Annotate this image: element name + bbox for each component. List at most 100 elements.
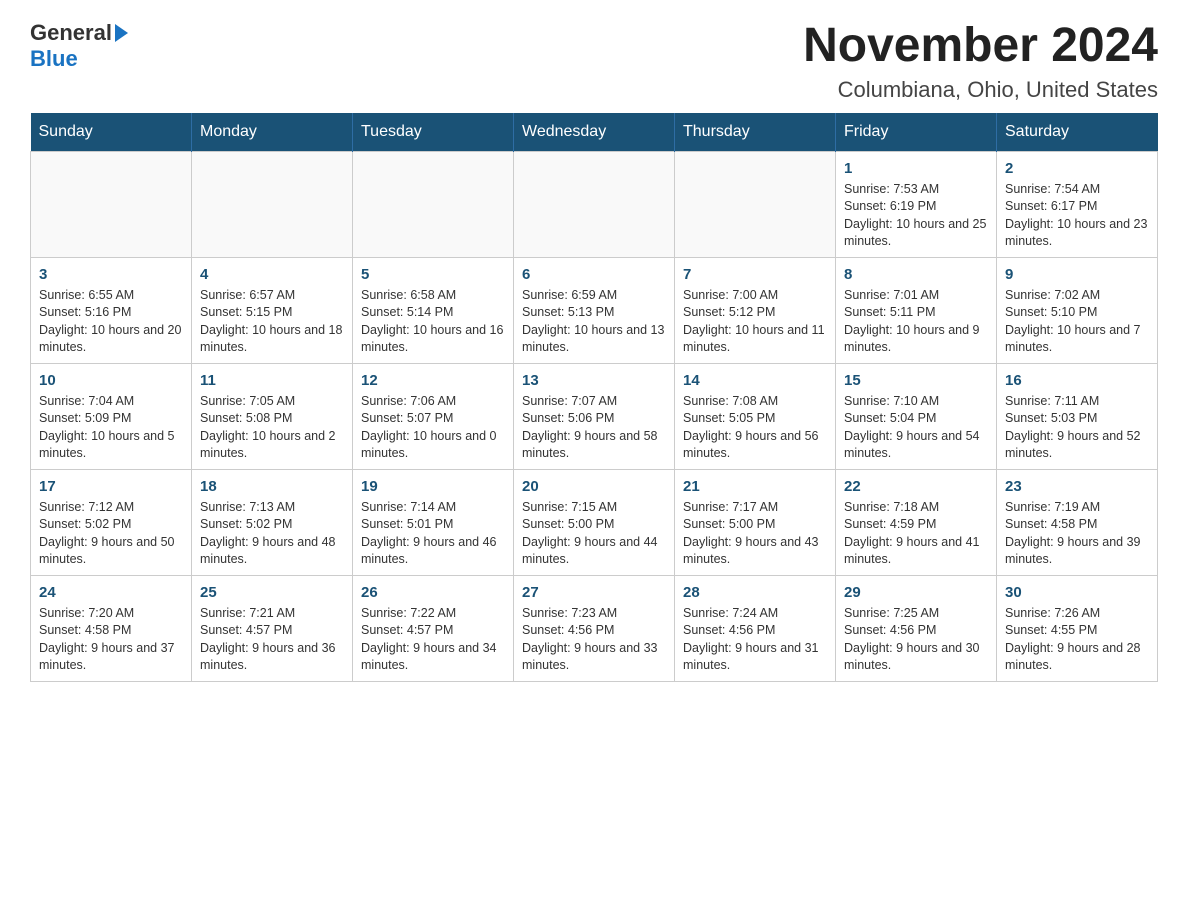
- day-number: 20: [522, 476, 666, 497]
- day-number: 3: [39, 264, 183, 285]
- calendar-cell: 21Sunrise: 7:17 AMSunset: 5:00 PMDayligh…: [675, 469, 836, 575]
- day-number: 22: [844, 476, 988, 497]
- calendar-cell: 18Sunrise: 7:13 AMSunset: 5:02 PMDayligh…: [192, 469, 353, 575]
- header-monday: Monday: [192, 113, 353, 152]
- week-row-3: 10Sunrise: 7:04 AMSunset: 5:09 PMDayligh…: [31, 363, 1158, 469]
- calendar-cell: 7Sunrise: 7:00 AMSunset: 5:12 PMDaylight…: [675, 257, 836, 363]
- calendar-cell: 22Sunrise: 7:18 AMSunset: 4:59 PMDayligh…: [836, 469, 997, 575]
- cell-info: Sunrise: 7:18 AMSunset: 4:59 PMDaylight:…: [844, 499, 988, 569]
- day-number: 7: [683, 264, 827, 285]
- cell-info: Sunrise: 7:13 AMSunset: 5:02 PMDaylight:…: [200, 499, 344, 569]
- cell-info: Sunrise: 7:21 AMSunset: 4:57 PMDaylight:…: [200, 605, 344, 675]
- day-number: 2: [1005, 158, 1149, 179]
- day-number: 17: [39, 476, 183, 497]
- cell-info: Sunrise: 7:25 AMSunset: 4:56 PMDaylight:…: [844, 605, 988, 675]
- calendar-cell: [675, 151, 836, 257]
- calendar-cell: 30Sunrise: 7:26 AMSunset: 4:55 PMDayligh…: [997, 575, 1158, 681]
- day-number: 13: [522, 370, 666, 391]
- cell-info: Sunrise: 7:54 AMSunset: 6:17 PMDaylight:…: [1005, 181, 1149, 251]
- calendar-cell: 1Sunrise: 7:53 AMSunset: 6:19 PMDaylight…: [836, 151, 997, 257]
- calendar-cell: 3Sunrise: 6:55 AMSunset: 5:16 PMDaylight…: [31, 257, 192, 363]
- day-number: 6: [522, 264, 666, 285]
- calendar-cell: 14Sunrise: 7:08 AMSunset: 5:05 PMDayligh…: [675, 363, 836, 469]
- day-number: 5: [361, 264, 505, 285]
- day-number: 18: [200, 476, 344, 497]
- cell-info: Sunrise: 7:24 AMSunset: 4:56 PMDaylight:…: [683, 605, 827, 675]
- calendar-cell: [353, 151, 514, 257]
- day-number: 1: [844, 158, 988, 179]
- day-number: 26: [361, 582, 505, 603]
- calendar-cell: 6Sunrise: 6:59 AMSunset: 5:13 PMDaylight…: [514, 257, 675, 363]
- calendar-table: SundayMondayTuesdayWednesdayThursdayFrid…: [30, 113, 1158, 682]
- cell-info: Sunrise: 6:59 AMSunset: 5:13 PMDaylight:…: [522, 287, 666, 357]
- cell-info: Sunrise: 6:57 AMSunset: 5:15 PMDaylight:…: [200, 287, 344, 357]
- calendar-header-row: SundayMondayTuesdayWednesdayThursdayFrid…: [31, 113, 1158, 152]
- day-number: 29: [844, 582, 988, 603]
- cell-info: Sunrise: 7:23 AMSunset: 4:56 PMDaylight:…: [522, 605, 666, 675]
- day-number: 28: [683, 582, 827, 603]
- calendar-cell: 9Sunrise: 7:02 AMSunset: 5:10 PMDaylight…: [997, 257, 1158, 363]
- day-number: 12: [361, 370, 505, 391]
- cell-info: Sunrise: 7:00 AMSunset: 5:12 PMDaylight:…: [683, 287, 827, 357]
- calendar-cell: [31, 151, 192, 257]
- week-row-2: 3Sunrise: 6:55 AMSunset: 5:16 PMDaylight…: [31, 257, 1158, 363]
- cell-info: Sunrise: 6:58 AMSunset: 5:14 PMDaylight:…: [361, 287, 505, 357]
- cell-info: Sunrise: 7:04 AMSunset: 5:09 PMDaylight:…: [39, 393, 183, 463]
- page-header: General Blue November 2024 Columbiana, O…: [30, 20, 1158, 103]
- day-number: 10: [39, 370, 183, 391]
- calendar-cell: 26Sunrise: 7:22 AMSunset: 4:57 PMDayligh…: [353, 575, 514, 681]
- cell-info: Sunrise: 7:53 AMSunset: 6:19 PMDaylight:…: [844, 181, 988, 251]
- cell-info: Sunrise: 7:17 AMSunset: 5:00 PMDaylight:…: [683, 499, 827, 569]
- cell-info: Sunrise: 7:15 AMSunset: 5:00 PMDaylight:…: [522, 499, 666, 569]
- calendar-cell: 4Sunrise: 6:57 AMSunset: 5:15 PMDaylight…: [192, 257, 353, 363]
- calendar-cell: [514, 151, 675, 257]
- day-number: 24: [39, 582, 183, 603]
- cell-info: Sunrise: 7:19 AMSunset: 4:58 PMDaylight:…: [1005, 499, 1149, 569]
- logo: General Blue: [30, 20, 128, 72]
- week-row-1: 1Sunrise: 7:53 AMSunset: 6:19 PMDaylight…: [31, 151, 1158, 257]
- calendar-title: November 2024: [803, 20, 1158, 73]
- calendar-cell: 16Sunrise: 7:11 AMSunset: 5:03 PMDayligh…: [997, 363, 1158, 469]
- day-number: 9: [1005, 264, 1149, 285]
- cell-info: Sunrise: 7:05 AMSunset: 5:08 PMDaylight:…: [200, 393, 344, 463]
- cell-info: Sunrise: 7:26 AMSunset: 4:55 PMDaylight:…: [1005, 605, 1149, 675]
- calendar-cell: 25Sunrise: 7:21 AMSunset: 4:57 PMDayligh…: [192, 575, 353, 681]
- calendar-cell: 12Sunrise: 7:06 AMSunset: 5:07 PMDayligh…: [353, 363, 514, 469]
- calendar-cell: 23Sunrise: 7:19 AMSunset: 4:58 PMDayligh…: [997, 469, 1158, 575]
- cell-info: Sunrise: 6:55 AMSunset: 5:16 PMDaylight:…: [39, 287, 183, 357]
- day-number: 4: [200, 264, 344, 285]
- cell-info: Sunrise: 7:02 AMSunset: 5:10 PMDaylight:…: [1005, 287, 1149, 357]
- cell-info: Sunrise: 7:12 AMSunset: 5:02 PMDaylight:…: [39, 499, 183, 569]
- cell-info: Sunrise: 7:22 AMSunset: 4:57 PMDaylight:…: [361, 605, 505, 675]
- calendar-cell: 19Sunrise: 7:14 AMSunset: 5:01 PMDayligh…: [353, 469, 514, 575]
- day-number: 16: [1005, 370, 1149, 391]
- calendar-cell: 28Sunrise: 7:24 AMSunset: 4:56 PMDayligh…: [675, 575, 836, 681]
- header-tuesday: Tuesday: [353, 113, 514, 152]
- header-wednesday: Wednesday: [514, 113, 675, 152]
- day-number: 11: [200, 370, 344, 391]
- calendar-cell: 17Sunrise: 7:12 AMSunset: 5:02 PMDayligh…: [31, 469, 192, 575]
- cell-info: Sunrise: 7:06 AMSunset: 5:07 PMDaylight:…: [361, 393, 505, 463]
- day-number: 21: [683, 476, 827, 497]
- calendar-cell: 27Sunrise: 7:23 AMSunset: 4:56 PMDayligh…: [514, 575, 675, 681]
- logo-general-text: General: [30, 20, 112, 46]
- day-number: 15: [844, 370, 988, 391]
- header-sunday: Sunday: [31, 113, 192, 152]
- cell-info: Sunrise: 7:08 AMSunset: 5:05 PMDaylight:…: [683, 393, 827, 463]
- day-number: 14: [683, 370, 827, 391]
- calendar-cell: 20Sunrise: 7:15 AMSunset: 5:00 PMDayligh…: [514, 469, 675, 575]
- cell-info: Sunrise: 7:07 AMSunset: 5:06 PMDaylight:…: [522, 393, 666, 463]
- header-thursday: Thursday: [675, 113, 836, 152]
- cell-info: Sunrise: 7:01 AMSunset: 5:11 PMDaylight:…: [844, 287, 988, 357]
- day-number: 23: [1005, 476, 1149, 497]
- week-row-4: 17Sunrise: 7:12 AMSunset: 5:02 PMDayligh…: [31, 469, 1158, 575]
- day-number: 8: [844, 264, 988, 285]
- calendar-cell: 2Sunrise: 7:54 AMSunset: 6:17 PMDaylight…: [997, 151, 1158, 257]
- cell-info: Sunrise: 7:20 AMSunset: 4:58 PMDaylight:…: [39, 605, 183, 675]
- calendar-cell: [192, 151, 353, 257]
- calendar-subtitle: Columbiana, Ohio, United States: [803, 77, 1158, 103]
- day-number: 27: [522, 582, 666, 603]
- calendar-cell: 13Sunrise: 7:07 AMSunset: 5:06 PMDayligh…: [514, 363, 675, 469]
- cell-info: Sunrise: 7:11 AMSunset: 5:03 PMDaylight:…: [1005, 393, 1149, 463]
- calendar-cell: 15Sunrise: 7:10 AMSunset: 5:04 PMDayligh…: [836, 363, 997, 469]
